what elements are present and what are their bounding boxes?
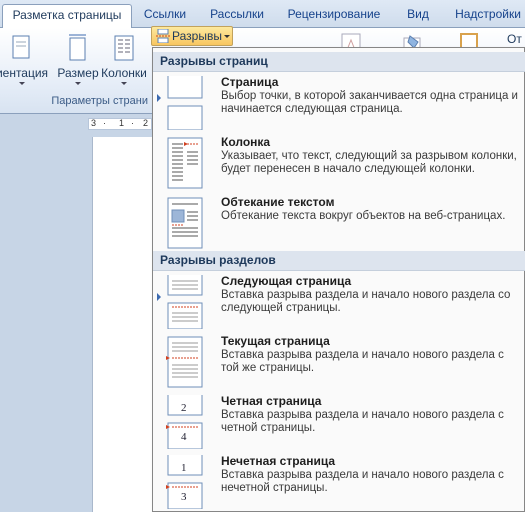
chevron-down-icon (121, 82, 127, 85)
orientation-icon (12, 35, 30, 59)
menu-item-next-page[interactable]: Следующая страница Вставка разрыва разде… (153, 273, 525, 329)
menu-item-description: Вставка разрыва раздела и начало нового … (221, 349, 504, 374)
menu-item-title: Колонка (221, 135, 271, 149)
orientation-button[interactable]: иентация (0, 32, 52, 90)
menu-item-title: Страница (221, 75, 279, 89)
tab-references[interactable]: Ссылки (140, 4, 190, 28)
menu-item-column-break[interactable]: Колонка Указывает, что текст, следующий … (153, 134, 525, 190)
even-page-icon: 2 4 (166, 395, 203, 449)
menu-item-even-page[interactable]: 2 4 Четная страница Вставка разрыва разд… (153, 393, 525, 449)
columns-label: Колонки (101, 66, 147, 80)
menu-item-description: Указывает, что текст, следующий за разры… (221, 150, 517, 175)
menu-item-text-wrapping[interactable]: Обтекание текстом Обтекание текста вокру… (153, 194, 525, 250)
menu-item-description: Выбор точки, в которой заканчивается одн… (221, 90, 518, 115)
breaks-label: Разрывы (172, 29, 222, 43)
orientation-label: иентация (0, 66, 49, 80)
tab-page-layout[interactable]: Разметка страницы (2, 4, 132, 29)
page-number-label: 1 (181, 462, 187, 474)
menu-item-description: Обтекание текста вокруг объектов на веб-… (221, 210, 506, 222)
horizontal-ruler[interactable]: 3 · 1 · 2 (88, 118, 152, 130)
size-label: Размер (57, 66, 99, 80)
ruler-tick: · (131, 118, 134, 128)
tab-addins[interactable]: Надстройки (452, 4, 524, 28)
breaks-menu: Разрывы страниц Страница Выбор точки, в … (152, 47, 525, 512)
tab-view[interactable]: Вид (402, 4, 434, 28)
page-setup-group-label: Параметры страни (51, 95, 148, 107)
menu-item-title: Четная страница (221, 394, 322, 408)
ruler-tick: 1 (119, 118, 125, 128)
page-number-label: 2 (181, 402, 187, 414)
chevron-down-icon (224, 35, 230, 38)
menu-item-description: Вставка разрыва раздела и начало нового … (221, 289, 511, 314)
document-page[interactable] (92, 137, 154, 512)
menu-item-title: Следующая страница (221, 274, 352, 288)
menu-item-continuous[interactable]: Текущая страница Вставка разрыва раздела… (153, 333, 525, 389)
chevron-down-icon (19, 82, 25, 85)
breaks-icon (156, 29, 170, 43)
menu-item-description: Вставка разрыва раздела и начало нового … (221, 409, 504, 434)
menu-item-title: Нечетная страница (221, 454, 336, 468)
menu-item-odd-page[interactable]: 1 3 Нечетная страница Вставка разрыва ра… (153, 453, 525, 509)
page-number-label: 3 (181, 491, 187, 503)
page-break-icon (167, 76, 203, 130)
columns-button[interactable]: Колонки (100, 32, 148, 90)
ruler-tick: · (103, 118, 106, 128)
text-wrapping-icon (167, 197, 203, 249)
size-button[interactable]: Размер (56, 32, 100, 90)
page-size-icon (69, 34, 86, 61)
page-breaks-header: Разрывы страниц (153, 52, 525, 72)
menu-item-title: Обтекание текстом (221, 195, 335, 209)
ruler-tick: 3 (91, 118, 97, 128)
next-page-icon (167, 275, 203, 329)
menu-item-page-break[interactable]: Страница Выбор точки, в которой заканчив… (153, 74, 525, 130)
continuous-icon (166, 336, 203, 388)
columns-icon (114, 35, 134, 61)
section-breaks-header: Разрывы разделов (153, 251, 525, 271)
selection-marker-icon (157, 293, 161, 301)
odd-page-icon: 1 3 (166, 455, 203, 509)
selection-marker-icon (157, 94, 161, 102)
tab-review[interactable]: Рецензирование (286, 4, 382, 28)
menu-item-description: Вставка разрыва раздела и начало нового … (221, 469, 504, 494)
page-number-label: 4 (181, 431, 187, 443)
chevron-down-icon (75, 82, 81, 85)
column-break-icon (167, 137, 203, 189)
menu-item-title: Текущая страница (221, 334, 330, 348)
breaks-button[interactable]: Разрывы (151, 26, 233, 46)
ruler-tick: 2 (143, 118, 149, 128)
ribbon-tab-strip: Разметка страницы Ссылки Рассылки Реценз… (0, 0, 525, 29)
tab-mailings[interactable]: Рассылки (206, 4, 268, 28)
indent-label: От (507, 32, 522, 46)
